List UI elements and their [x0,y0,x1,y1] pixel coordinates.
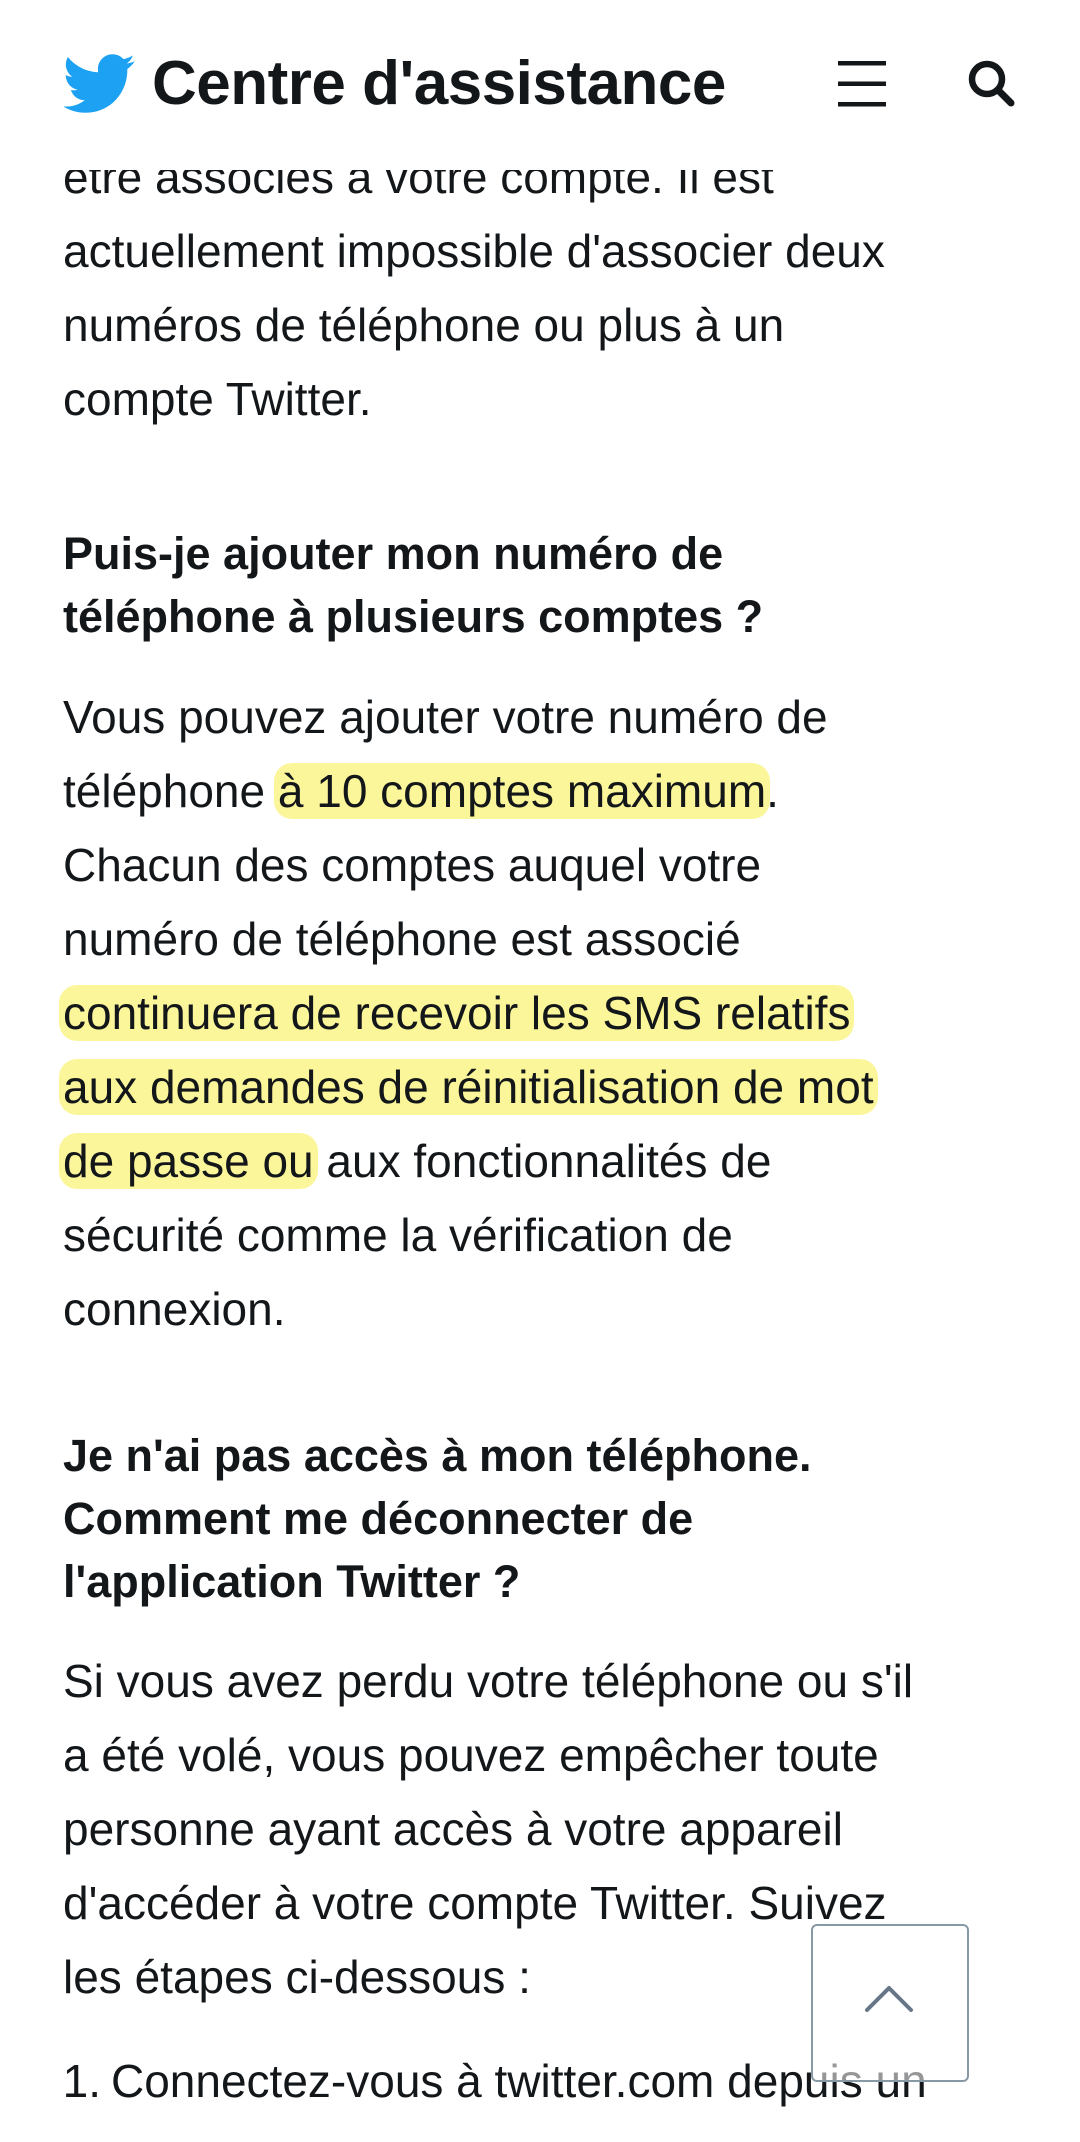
heading-line: Comment me déconnecter de [63,1493,694,1544]
list-item-number: 1. [62,2055,101,2107]
list-item-text: Connectez-vous à twitter.com depuis un [111,2055,927,2107]
highlighted-text: de passe ou [59,1133,318,1189]
text-line: compte Twitter. [63,373,372,425]
text-line: Chacun des comptes auquel votre [63,839,762,891]
hamburger-menu-icon[interactable] [836,58,890,110]
twitter-bird-icon[interactable] [62,52,136,116]
text-line: Si vous avez perdu votre téléphone ou s'… [63,1655,914,1707]
article-intro-paragraph: être associés à votre compte. Il est act… [63,140,1023,436]
section-heading-multiple-accounts: Puis-je ajouter mon numéro de téléphone … [63,522,1023,648]
heading-line: téléphone à plusieurs comptes ? [63,591,764,642]
text-segment: . [766,765,779,817]
search-icon[interactable] [966,58,1018,110]
text-line: Vous pouvez ajouter votre numéro de [63,691,828,743]
heading-line: Je n'ai pas accès à mon téléphone. [63,1430,812,1481]
highlighted-text: à 10 comptes maximum [273,763,771,819]
text-segment: téléphone [63,765,278,817]
list-item: 1. Connectez-vous à twitter.com depuis un [45,2044,927,2118]
text-line: de passe ou aux fonctionnalités de [59,1124,1023,1198]
section-paragraph-multiple-accounts: Vous pouvez ajouter votre numéro de télé… [59,680,1023,1346]
text-line: sécurité comme la vérification de [63,1209,733,1261]
text-line: personne ayant accès à votre appareil [63,1803,843,1855]
text-line: connexion. [63,1283,286,1335]
heading-line: Puis-je ajouter mon numéro de [63,528,724,579]
text-line: a été volé, vous pouvez empêcher toute [63,1729,879,1781]
back-to-top-button[interactable] [811,1924,969,2082]
highlighted-text: aux demandes de réinitialisation de mot [59,1059,878,1115]
section-heading-lost-phone: Je n'ai pas accès à mon téléphone. Comme… [63,1424,1023,1613]
heading-line: l'application Twitter ? [63,1556,521,1607]
text-line: téléphone à 10 comptes maximum. [63,754,1023,828]
chevron-up-icon [865,1986,913,2012]
text-line: numéro de téléphone est associé [63,913,741,965]
text-line: continuera de recevoir les SMS relatifs [59,976,1023,1050]
highlighted-text: continuera de recevoir les SMS relatifs [59,985,855,1041]
page-title[interactable]: Centre d'assistance [152,48,726,119]
text-segment: aux fonctionnalités de [313,1135,772,1187]
site-header: Centre d'assistance [0,0,1080,170]
text-line: aux demandes de réinitialisation de mot [59,1050,1023,1124]
text-line: actuellement impossible d'associer deux [63,225,885,277]
text-line: numéros de téléphone ou plus à un [63,299,785,351]
